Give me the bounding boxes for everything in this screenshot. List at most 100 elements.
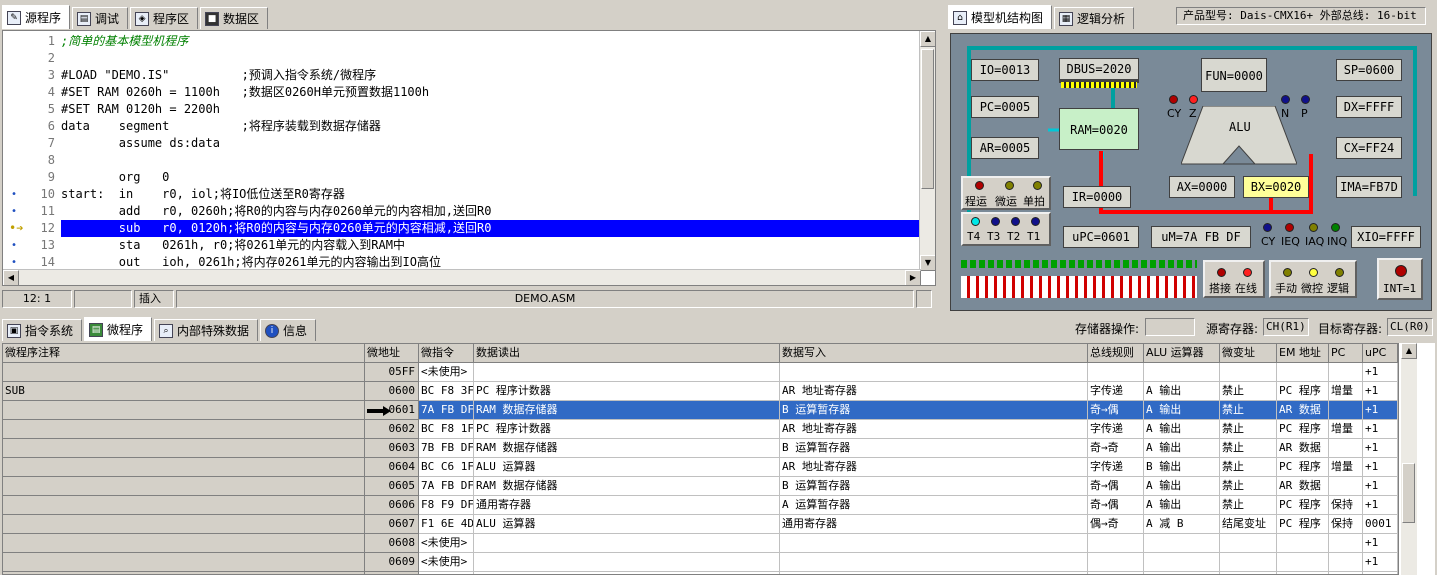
table-row[interactable]: 0609 <未使用> +1 xyxy=(3,553,1398,572)
table-row[interactable]: 0601 7A FB DF RAM 数据存储器 B 运算暂存器 奇→偶 A 输出 禁止 AR … xyxy=(3,401,1398,420)
code-line[interactable]: 8 xyxy=(3,152,921,169)
editor-horizontal-scrollbar[interactable]: ◀ ▶ xyxy=(3,269,921,285)
dst-reg-value: CL(R0) xyxy=(1387,318,1433,336)
cell-read xyxy=(474,534,780,553)
line-number: 6 xyxy=(47,119,55,133)
info-icon: i xyxy=(265,323,280,338)
code-line[interactable]: • 13 sta 0261h, r0;将0261单元的内容载入到RAM中 xyxy=(3,237,921,254)
column-header[interactable]: 微指令 xyxy=(419,344,474,363)
table-row[interactable]: 0603 7B FB DF RAM 数据存储器 B 运算暂存器 奇→奇 A 输出 禁止 AR … xyxy=(3,439,1398,458)
code-line[interactable]: 3 #LOAD "DEMO.IS" ;预调入指令系统/微程序 xyxy=(3,67,921,84)
code-line[interactable]: 6 data segment ;将程序装载到数据存储器 xyxy=(3,118,921,135)
scroll-up-icon[interactable]: ▲ xyxy=(920,31,935,47)
table-vertical-scrollbar[interactable]: ▲ xyxy=(1401,343,1417,575)
product-info: 产品型号: Dais-CMX16+ 外部总线: 16-bit xyxy=(1176,7,1426,25)
microprogram-table[interactable]: 微程序注释 微地址 微指令 数据读出 数据写入 总线规则 ALU 运算器 微变址 EM 地址 PC… xyxy=(2,343,1399,575)
cell-instr: 7A FB DF xyxy=(419,401,474,420)
column-header[interactable]: 数据读出 xyxy=(474,344,780,363)
code-line[interactable]: 1 ;简单的基本模型机程序 xyxy=(3,33,921,50)
code-line[interactable]: 7 assume ds:data xyxy=(3,135,921,152)
int-button[interactable]: INT=1 xyxy=(1377,258,1423,300)
column-header[interactable]: EM 地址 xyxy=(1277,344,1329,363)
code-line[interactable]: • 10 start: in r0, iol;将IO低位送至R0寄存器 xyxy=(3,186,921,203)
column-header[interactable]: PC xyxy=(1329,344,1363,363)
code-line[interactable]: 2 xyxy=(3,50,921,67)
code-line[interactable]: 5 #SET RAM 0120h = 2200h xyxy=(3,101,921,118)
scroll-right-icon[interactable]: ▶ xyxy=(905,270,921,285)
tab-debug[interactable]: ▤ 调试 xyxy=(72,7,129,29)
tab-info[interactable]: i 信息 xyxy=(260,319,317,341)
cy2-led xyxy=(1263,223,1272,232)
cell-vx: 结尾变址 xyxy=(1220,515,1277,534)
table-row[interactable]: 0606 F8 F9 DF 通用寄存器 A 运算暂存器 奇→偶 A 输出 禁止 PC 程序 保持… xyxy=(3,496,1398,515)
scroll-left-icon[interactable]: ◀ xyxy=(3,270,19,285)
tab-model[interactable]: ⌂ 模型机结构图 xyxy=(948,5,1053,29)
cell-upc: +1 xyxy=(1363,401,1398,420)
cell-alu: A 输出 xyxy=(1144,439,1220,458)
table-row[interactable]: 0604 BC C6 1F ALU 运算器 AR 地址寄存器 字传递 B 输出 禁止 PC 程… xyxy=(3,458,1398,477)
code-line[interactable]: • 11 add r0, 0260h;将R0的内容与内存0260单元的内容相加,送… xyxy=(3,203,921,220)
code-editor[interactable]: 1 ;简单的基本模型机程序 2 3 #LOAD "DEMO.IS" ;预调入指令系统/微… xyxy=(2,30,936,286)
cell-note xyxy=(3,477,365,496)
column-header[interactable]: 数据写入 xyxy=(780,344,1088,363)
column-header[interactable]: 总线规则 xyxy=(1088,344,1144,363)
xio-register: XIO=FFFF xyxy=(1351,226,1421,248)
column-header[interactable]: 微地址 xyxy=(365,344,419,363)
cell-instr: 7A FB DF xyxy=(419,477,474,496)
cell-pc xyxy=(1329,534,1363,553)
cell-read: 通用寄存器 xyxy=(474,496,780,515)
tab-internal-data[interactable]: ⌕ 内部特殊数据 xyxy=(154,319,259,341)
table-scroll-up-icon[interactable]: ▲ xyxy=(1401,343,1417,359)
manual-led xyxy=(1283,268,1292,277)
cell-addr: 0603 xyxy=(365,439,419,458)
cell-note xyxy=(3,515,365,534)
line-number: 1 xyxy=(47,34,55,48)
cell-addr: 0605 xyxy=(365,477,419,496)
program-area-icon: ◈ xyxy=(135,11,150,26)
tab-microprog[interactable]: ▤ 微程序 xyxy=(84,317,153,341)
table-row[interactable]: 0607 F1 6E 4D ALU 运算器 通用寄存器 偶→奇 A 减 B 结尾变址 PC 程… xyxy=(3,515,1398,534)
cell-alu: A 输出 xyxy=(1144,401,1220,420)
tab-data-area[interactable]: ■ 数据区 xyxy=(200,7,269,29)
editor-vertical-scrollbar[interactable]: ▲ ▼ xyxy=(919,31,935,271)
code-line[interactable]: 9 org 0 xyxy=(3,169,921,186)
code-area[interactable]: 1 ;简单的基本模型机程序 2 3 #LOAD "DEMO.IS" ;预调入指令系统/微… xyxy=(3,31,921,271)
column-header[interactable]: 微程序注释 xyxy=(3,344,365,363)
cell-read: RAM 数据存储器 xyxy=(474,401,780,420)
upc-register: uPC=0601 xyxy=(1063,226,1139,248)
line-number: 9 xyxy=(47,170,55,184)
tab-program-area[interactable]: ◈ 程序区 xyxy=(130,7,199,29)
tab-source[interactable]: ✎ 源程序 xyxy=(2,5,71,29)
code-line[interactable]: 4 #SET RAM 0260h = 1100h ;数据区0260H单元预置数据1… xyxy=(3,84,921,101)
cell-note xyxy=(3,534,365,553)
tab-logic[interactable]: ▦ 逻辑分析 xyxy=(1054,7,1135,29)
scroll-thumb[interactable] xyxy=(921,49,934,189)
table-scroll-thumb[interactable] xyxy=(1402,463,1415,523)
column-header[interactable]: ALU 运算器 xyxy=(1144,344,1220,363)
bottom-tabbar: ▣ 指令系统 ▤ 微程序 ⌕ 内部特殊数据 i 信息 xyxy=(2,317,317,341)
cell-instr: 7B FB DF xyxy=(419,439,474,458)
t2-label: T2 xyxy=(1007,230,1021,243)
control-mode-panel: 手动 微控 逻辑 xyxy=(1269,260,1357,298)
line-number: 13 xyxy=(40,238,55,252)
single-step-label: 单拍 xyxy=(1023,195,1045,208)
top-bus-line xyxy=(967,46,1417,50)
column-header[interactable]: 微变址 xyxy=(1220,344,1277,363)
run-mode-panel: 程运 微运 单拍 xyxy=(961,176,1051,210)
tab-instr-sys[interactable]: ▣ 指令系统 xyxy=(2,319,83,341)
cell-pc: 增量 xyxy=(1329,420,1363,439)
model-diagram: IO=0013 PC=0005 AR=0005 DBUS=2020 RAM=00… xyxy=(950,33,1432,311)
column-header[interactable]: uPC xyxy=(1363,344,1398,363)
code-line[interactable]: •➔ 12 sub r0, 0120h;将R0的内容与内存0260单元的内容相减,… xyxy=(3,220,921,237)
table-row[interactable]: 0605 7A FB DF RAM 数据存储器 B 运算暂存器 奇→偶 A 输出 禁止 AR … xyxy=(3,477,1398,496)
scroll-down-icon[interactable]: ▼ xyxy=(920,255,935,271)
cell-note xyxy=(3,363,365,382)
current-line-arrow-icon: •➔ xyxy=(9,221,24,235)
table-row[interactable]: 05FF <未使用> +1 xyxy=(3,363,1398,382)
mem-op-field xyxy=(1145,318,1195,336)
table-row[interactable]: 0608 <未使用> +1 xyxy=(3,534,1398,553)
table-row[interactable]: SUB 0600 BC F8 3F PC 程序计数器 AR 地址寄存器 字传递 A 输出 禁止… xyxy=(3,382,1398,401)
table-row[interactable]: 0602 BC F8 1F PC 程序计数器 AR 地址寄存器 字传递 A 输出 禁止 PC … xyxy=(3,420,1398,439)
cell-bus: 奇→偶 xyxy=(1088,477,1144,496)
cell-em xyxy=(1277,363,1329,382)
